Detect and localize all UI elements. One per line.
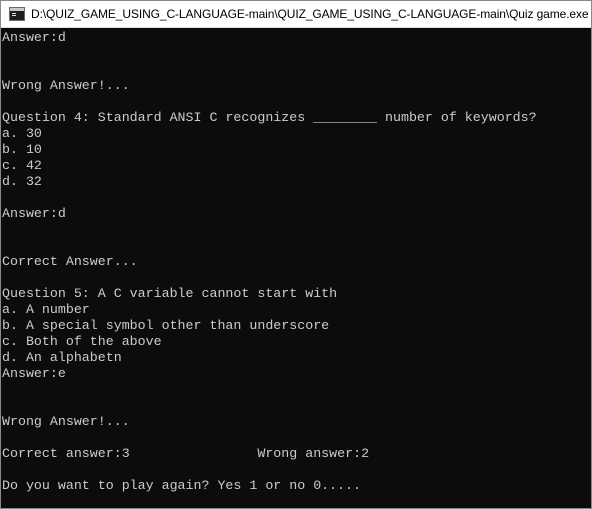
console-line: d. 32 [2, 174, 42, 189]
console-line: Wrong Answer!... [2, 414, 130, 429]
console-line: Correct Answer... [2, 254, 138, 269]
console-line: Wrong Answer!... [2, 78, 130, 93]
title-bar[interactable]: D:\QUIZ_GAME_USING_C-LANGUAGE-main\QUIZ_… [1, 1, 591, 28]
console-line: b. A special symbol other than underscor… [2, 318, 330, 333]
console-line: d. An alphabetn [2, 350, 122, 365]
console-line: Question 5: A C variable cannot start wi… [2, 286, 338, 301]
window-title: D:\QUIZ_GAME_USING_C-LANGUAGE-main\QUIZ_… [31, 7, 589, 21]
console-line: Correct answer:3 Wrong answer:2 [2, 446, 370, 461]
console-window: D:\QUIZ_GAME_USING_C-LANGUAGE-main\QUIZ_… [0, 0, 592, 509]
console-line: a. A number [2, 302, 90, 317]
console-line: Answer:d [2, 206, 66, 221]
console-output[interactable]: Answer:d Wrong Answer!... Question 4: St… [1, 28, 591, 508]
console-app-icon [9, 7, 25, 21]
console-line: a. 30 [2, 126, 42, 141]
console-line: c. Both of the above [2, 334, 162, 349]
console-line: c. 42 [2, 158, 42, 173]
console-line: Do you want to play again? Yes 1 or no 0… [2, 478, 362, 493]
console-line: Answer:d [2, 30, 66, 45]
console-line: Answer:e [2, 366, 66, 381]
console-line: b. 10 [2, 142, 42, 157]
console-line: Question 4: Standard ANSI C recognizes _… [2, 110, 537, 125]
